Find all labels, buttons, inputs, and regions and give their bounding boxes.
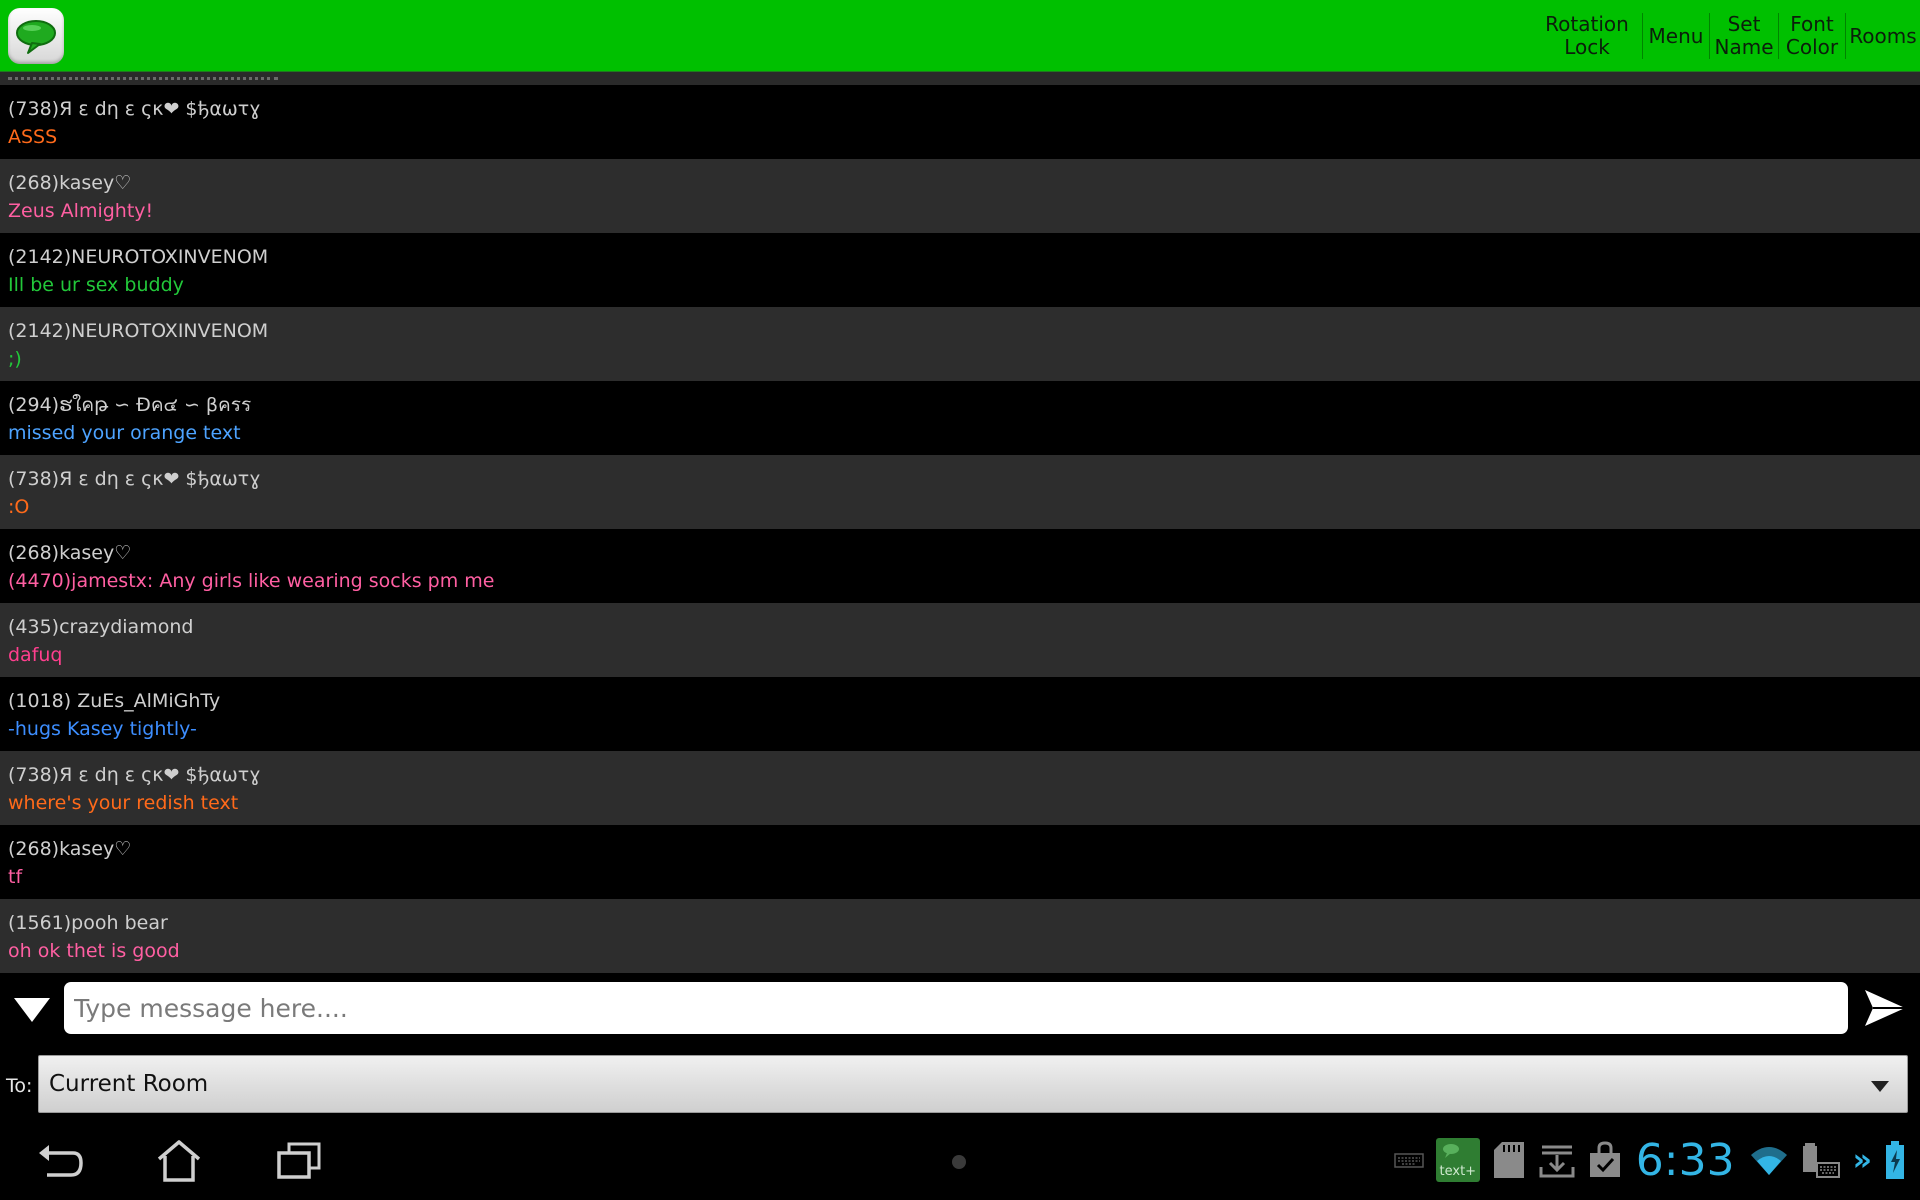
message-username: (435)crazydiamond xyxy=(8,616,194,638)
send-arrow-icon[interactable] xyxy=(1862,987,1908,1029)
back-icon[interactable] xyxy=(36,1139,86,1183)
keyboard-icon xyxy=(1394,1150,1424,1170)
message-username: (268)kasey♡ xyxy=(8,172,132,194)
message-username: (268)kasey♡ xyxy=(8,542,132,564)
message-username: (268)kasey♡ xyxy=(8,838,132,860)
message-row[interactable]: (294)ຮใคթ ∽ Đค๔ ∽ βครร missed your orang… xyxy=(0,381,1920,455)
clock: 6:33 xyxy=(1635,1134,1735,1186)
message-row[interactable]: (268)kasey♡ (4470)jamestx: Any girls lik… xyxy=(0,529,1920,603)
message-text: ;) xyxy=(8,348,22,370)
triangle-down-icon[interactable] xyxy=(12,995,52,1025)
message-username: (1561)pooh bear xyxy=(8,912,168,934)
font-color-button[interactable]: Font Color xyxy=(1779,0,1845,72)
message-text: missed your orange text xyxy=(8,422,241,444)
download-icon xyxy=(1538,1141,1576,1179)
recipient-select[interactable]: Current Room xyxy=(38,1055,1908,1113)
chevron-down-icon xyxy=(1871,1078,1889,1097)
wifi-icon xyxy=(1749,1143,1789,1177)
message-row[interactable]: (1561)pooh bear oh ok thet is good xyxy=(0,899,1920,973)
textplus-notification-icon: text+ xyxy=(1435,1138,1480,1182)
message-text: Ill be ur sex buddy xyxy=(8,274,184,296)
message-row[interactable]: (2142)NEUROTOXINVENOM Ill be ur sex budd… xyxy=(0,233,1920,307)
home-icon[interactable] xyxy=(154,1139,204,1183)
message-row[interactable]: (738)Я ε dη ε ςκ❤ $ђαωτɣ ASSS xyxy=(0,85,1920,159)
message-row[interactable]: (2142)NEUROTOXINVENOM ;) xyxy=(0,307,1920,381)
shopping-bag-check-icon xyxy=(1588,1141,1622,1179)
message-text: (4470)jamestx: Any girls like wearing so… xyxy=(8,570,495,592)
message-row[interactable]: (1018) ZuEs_AlMiGhTy -hugs Kasey tightly… xyxy=(0,677,1920,751)
message-text: -hugs Kasey tightly- xyxy=(8,718,197,740)
keyboard-battery-icon xyxy=(1801,1141,1841,1179)
message-text: ASSS xyxy=(8,126,58,148)
message-row[interactable]: (268)kasey♡ Zeus Almighty! xyxy=(0,159,1920,233)
message-username: (738)Я ε dη ε ςκ❤ $ђαωτɣ xyxy=(8,764,261,786)
message-text: :O xyxy=(8,496,30,518)
message-row[interactable]: (435)crazydiamond dafuq xyxy=(0,603,1920,677)
menu-button[interactable]: Menu xyxy=(1643,0,1709,72)
message-row[interactable]: (268)kasey♡ tf xyxy=(0,825,1920,899)
chat-bubble-icon[interactable] xyxy=(8,8,64,64)
message-text: where's your redish text xyxy=(8,792,239,814)
message-username: (2142)NEUROTOXINVENOM xyxy=(8,320,269,342)
message-username: (1018) ZuEs_AlMiGhTy xyxy=(8,690,221,712)
message-username: (294)ຮใคթ ∽ Đค๔ ∽ βครร xyxy=(8,394,252,416)
message-username: (738)Я ε dη ε ςκ❤ $ђαωτɣ xyxy=(8,468,261,490)
textplus-label: text+ xyxy=(1439,1164,1477,1179)
message-username: (2142)NEUROTOXINVENOM xyxy=(8,246,269,268)
message-text: oh ok thet is good xyxy=(8,940,180,962)
message-list[interactable]: (738)Я ε dη ε ςκ❤ $ђαωτɣ ASSS (268)kasey… xyxy=(0,72,1920,973)
action-buttons: Rotation Lock Menu Set Name Font Color R… xyxy=(1532,0,1920,72)
battery-charging-icon xyxy=(1884,1140,1906,1180)
sd-card-icon xyxy=(1492,1140,1526,1180)
message-text: Zeus Almighty! xyxy=(8,200,154,222)
message-row[interactable]: (738)Я ε dη ε ςκ❤ $ђαωτɣ :O xyxy=(0,455,1920,529)
rotation-lock-button[interactable]: Rotation Lock xyxy=(1532,0,1642,72)
action-bar: Rotation Lock Menu Set Name Font Color R… xyxy=(0,0,1920,72)
message-input[interactable] xyxy=(64,982,1848,1034)
message-username: (738)Я ε dη ε ςκ❤ $ђαωτɣ xyxy=(8,98,261,120)
message-text: tf xyxy=(8,866,23,888)
selected-room: Current Room xyxy=(49,1071,209,1097)
expand-chevrons-icon[interactable]: » xyxy=(1853,1143,1872,1178)
message-row[interactable]: (738)Я ε dη ε ςκ❤ $ђαωτɣ where's your re… xyxy=(0,751,1920,825)
compose-bar xyxy=(0,973,1920,1051)
set-name-button[interactable]: Set Name xyxy=(1710,0,1778,72)
system-nav-bar: text+ 6:33 » xyxy=(0,1119,1920,1200)
recent-apps-icon[interactable] xyxy=(274,1139,324,1183)
rooms-button[interactable]: Rooms xyxy=(1846,0,1920,72)
clipped-text xyxy=(8,72,278,80)
recipient-bar: To: Current Room xyxy=(0,1051,1920,1119)
partial-message-row xyxy=(0,72,1920,85)
nav-indicator-dot xyxy=(952,1155,966,1169)
status-area[interactable]: text+ 6:33 » xyxy=(1394,1131,1906,1189)
message-text: dafuq xyxy=(8,644,63,666)
to-label: To: xyxy=(6,1075,33,1097)
